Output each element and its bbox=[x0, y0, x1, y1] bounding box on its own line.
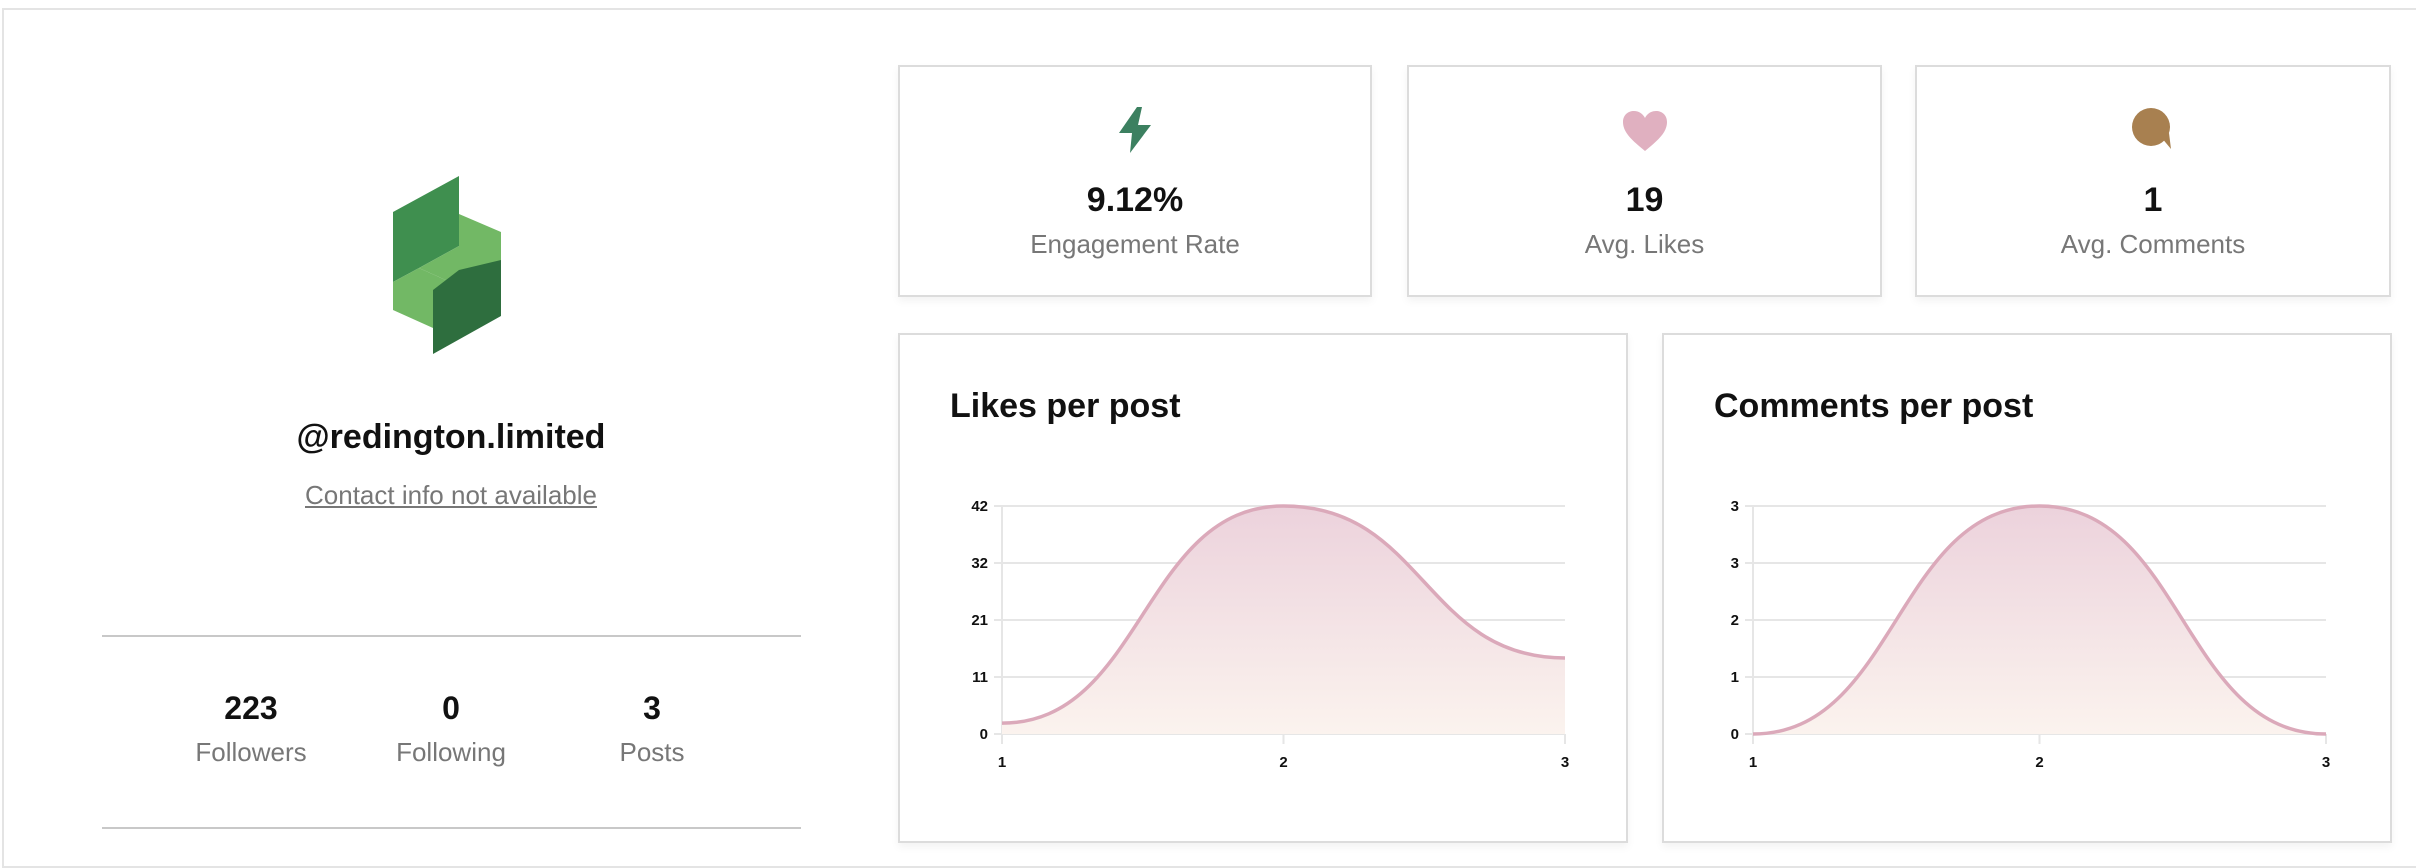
likes-per-post-chart-card: Likes per post 0 11 21 32 42 1 2 3 bbox=[898, 333, 1628, 843]
comment-icon bbox=[2132, 108, 2171, 149]
followers-stat: 223 Followers bbox=[151, 690, 351, 768]
likes-chart: 0 11 21 32 42 1 2 3 bbox=[971, 498, 1569, 771]
heart-icon bbox=[1622, 111, 1667, 151]
x-tick-label: 2 bbox=[2035, 754, 2043, 771]
divider bbox=[102, 827, 801, 829]
y-tick-label: 0 bbox=[980, 726, 988, 743]
metric-value: 9.12% bbox=[1086, 181, 1184, 219]
contact-info-link[interactable]: Contact info not available bbox=[305, 480, 597, 510]
stat-value: 223 bbox=[224, 690, 278, 726]
stat-label: Following bbox=[396, 737, 506, 767]
metric-value: 1 bbox=[2143, 181, 2163, 219]
comments-per-post-chart-card: Comments per post 01233123 bbox=[1662, 333, 2392, 843]
lightning-icon bbox=[1119, 107, 1151, 153]
x-tick-label: 1 bbox=[998, 754, 1006, 771]
profile-logo bbox=[393, 176, 501, 354]
y-tick-label: 11 bbox=[972, 669, 988, 686]
x-tick-label: 2 bbox=[1279, 754, 1287, 771]
x-tick-label: 3 bbox=[2322, 754, 2330, 771]
stat-label: Followers bbox=[195, 737, 307, 767]
y-tick-label: 42 bbox=[971, 498, 988, 515]
y-tick-label: 3 bbox=[1731, 498, 1739, 515]
y-tick-label: 0 bbox=[1731, 726, 1739, 743]
avg-comments-card: 1 Avg. Comments bbox=[1915, 65, 2391, 297]
comments-chart: 012331 2 3 bbox=[1731, 498, 2331, 771]
avg-likes-card: 19 Avg. Likes bbox=[1407, 65, 1882, 297]
stat-value: 0 bbox=[442, 690, 460, 726]
divider bbox=[102, 635, 801, 637]
y-tick-label: 3 bbox=[1731, 555, 1739, 572]
engagement-rate-card: 9.12% Engagement Rate bbox=[898, 65, 1372, 297]
y-tick-label: 21 bbox=[971, 612, 988, 629]
y-tick-label: 2 bbox=[1731, 612, 1739, 629]
stat-label: Posts bbox=[619, 737, 685, 767]
x-tick-label: 3 bbox=[1561, 754, 1569, 771]
metric-label: Engagement Rate bbox=[1030, 229, 1240, 259]
x-tick-label: 1 bbox=[1749, 754, 1757, 771]
metric-label: Avg. Likes bbox=[1584, 229, 1705, 259]
posts-stat: 3 Posts bbox=[552, 690, 752, 768]
y-tick-label: 1 bbox=[1731, 669, 1739, 686]
metric-value: 19 bbox=[1625, 181, 1664, 219]
metric-label: Avg. Comments bbox=[2060, 229, 2246, 259]
y-tick-label: 32 bbox=[971, 555, 988, 572]
profile-handle: @redington.limited bbox=[296, 418, 606, 456]
following-stat: 0 Following bbox=[351, 690, 551, 768]
stat-value: 3 bbox=[643, 690, 661, 726]
